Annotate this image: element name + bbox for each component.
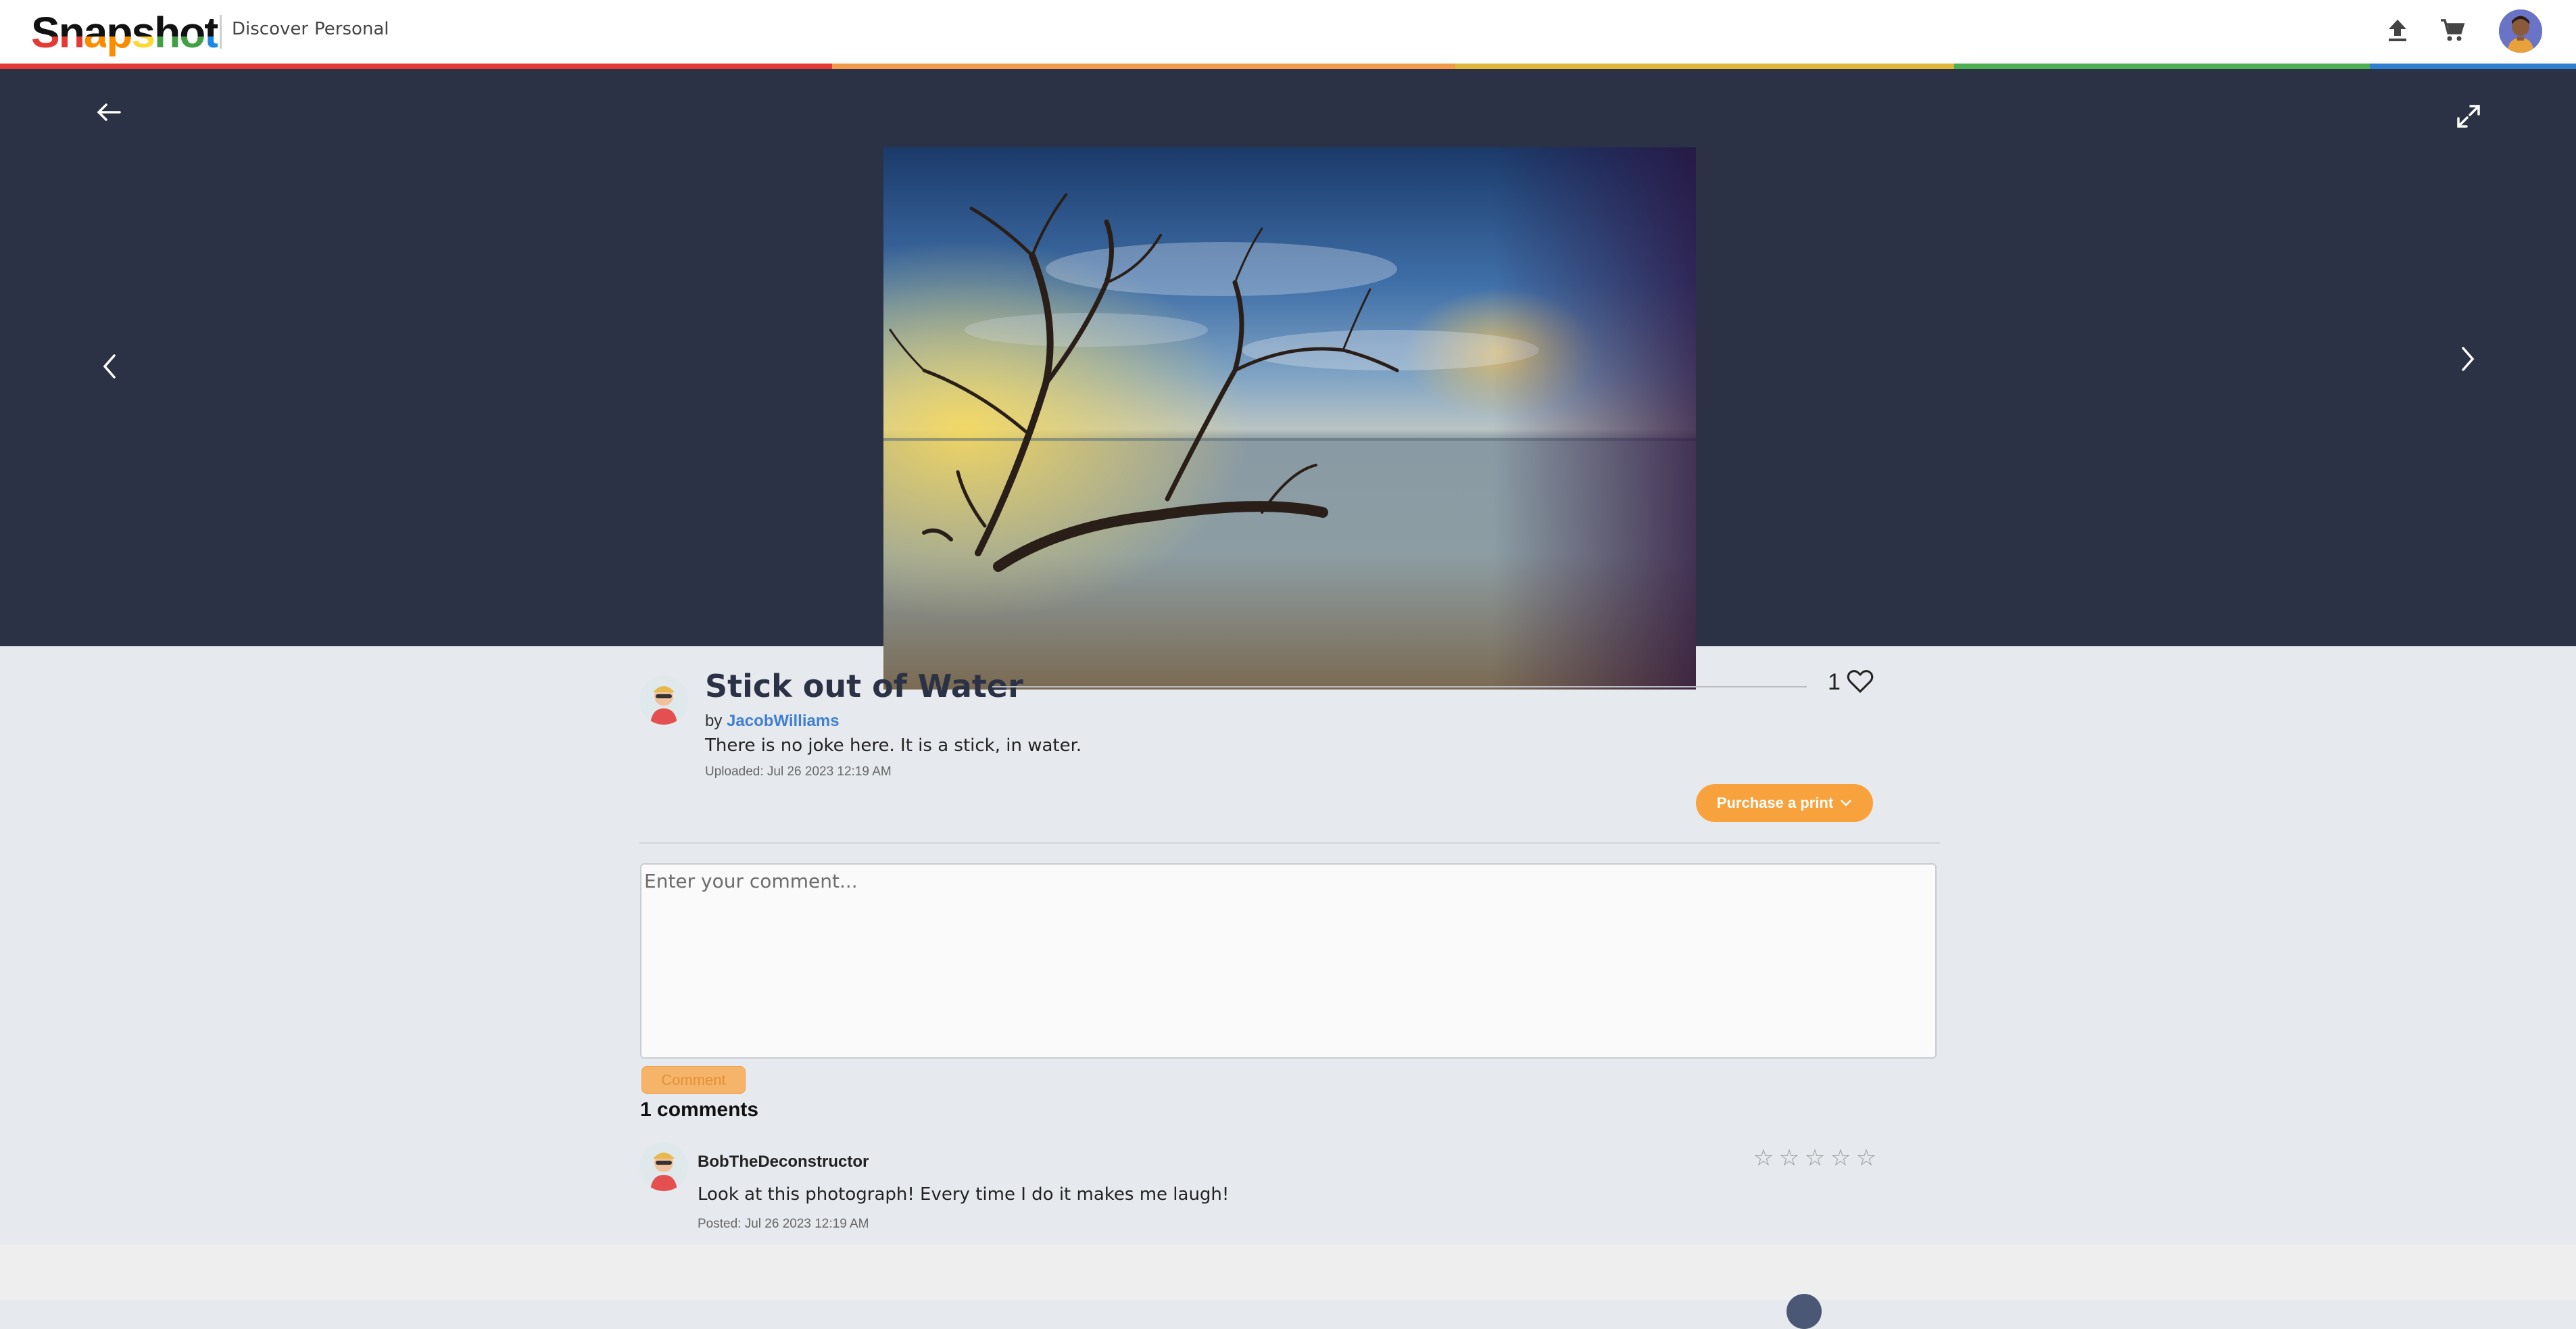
chevron-left-icon[interactable]: [89, 346, 130, 387]
purchase-print-button[interactable]: Purchase a print: [1696, 784, 1873, 822]
rainbow-divider: [0, 64, 2576, 69]
commenter-avatar[interactable]: [639, 1142, 688, 1191]
rating-stars: ☆ ☆ ☆ ☆ ☆: [1752, 1146, 1878, 1169]
photo-description: There is no joke here. It is a stick, in…: [705, 735, 1082, 756]
top-navbar: Snapshot Discover Personal: [0, 0, 2576, 64]
star-icon[interactable]: ☆: [1778, 1146, 1801, 1169]
author-avatar[interactable]: [639, 676, 688, 725]
user-avatar[interactable]: [2499, 9, 2542, 53]
author-link[interactable]: JacobWilliams: [727, 712, 840, 730]
comment-author[interactable]: BobTheDeconstructor: [698, 1153, 869, 1171]
nav-discover[interactable]: Discover: [232, 19, 308, 39]
section-divider: [639, 842, 1940, 844]
upload-date: Uploaded: Jul 26 2023 12:19 AM: [705, 765, 892, 779]
title-rule: [992, 686, 1807, 687]
comment-submit-button[interactable]: Comment: [641, 1066, 746, 1094]
chevron-right-icon[interactable]: [2448, 339, 2488, 379]
comment-date: Posted: Jul 26 2023 12:19 AM: [698, 1217, 869, 1231]
logo-letter: o: [179, 8, 205, 57]
expand-icon[interactable]: [2448, 96, 2489, 137]
photo-title: Stick out of Water: [705, 668, 1023, 704]
cart-icon[interactable]: [2432, 10, 2473, 51]
likes-count: 1: [1828, 669, 1841, 695]
rainbow-segment: [832, 64, 1455, 69]
help-icon[interactable]: [1787, 1294, 1822, 1329]
rainbow-segment: [0, 64, 832, 69]
star-icon[interactable]: ☆: [1829, 1146, 1852, 1169]
app-logo[interactable]: Snapshot: [31, 5, 219, 59]
arrow-left-icon[interactable]: [89, 92, 129, 132]
logo-letter: S: [31, 8, 60, 57]
nav-personal[interactable]: Personal: [314, 19, 389, 39]
chevron-down-icon: [1841, 800, 1852, 806]
logo-separator: [220, 15, 222, 49]
rainbow-segment: [2370, 64, 2576, 69]
logo-letter: t: [204, 8, 218, 57]
comment-text: Look at this photograph! Every time I do…: [698, 1184, 1230, 1205]
comment-input[interactable]: [640, 863, 1937, 1059]
star-icon[interactable]: ☆: [1855, 1146, 1878, 1169]
main-photo[interactable]: [883, 147, 1696, 690]
purchase-label: Purchase a print: [1716, 794, 1834, 811]
logo-text: Snapshot: [31, 8, 219, 57]
logo-letter: a: [83, 8, 108, 57]
heart-icon[interactable]: [1847, 669, 1874, 694]
rainbow-segment: [1954, 64, 2370, 69]
star-icon[interactable]: ☆: [1803, 1146, 1826, 1169]
star-icon[interactable]: ☆: [1752, 1146, 1775, 1169]
logo-letter: h: [154, 8, 180, 57]
rainbow-segment: [1455, 64, 1954, 69]
upload-icon[interactable]: [2377, 10, 2418, 51]
comments-count: 1 comments: [640, 1098, 759, 1121]
by-prefix: by: [705, 712, 723, 730]
logo-letter: s: [131, 8, 155, 57]
footer: [0, 1245, 2576, 1300]
logo-letter: p: [106, 8, 132, 57]
byline: by JacobWilliams: [705, 712, 840, 731]
likes-control[interactable]: 1: [1828, 669, 1874, 696]
logo-letter: n: [58, 8, 85, 57]
photo-viewer: [0, 69, 2576, 690]
